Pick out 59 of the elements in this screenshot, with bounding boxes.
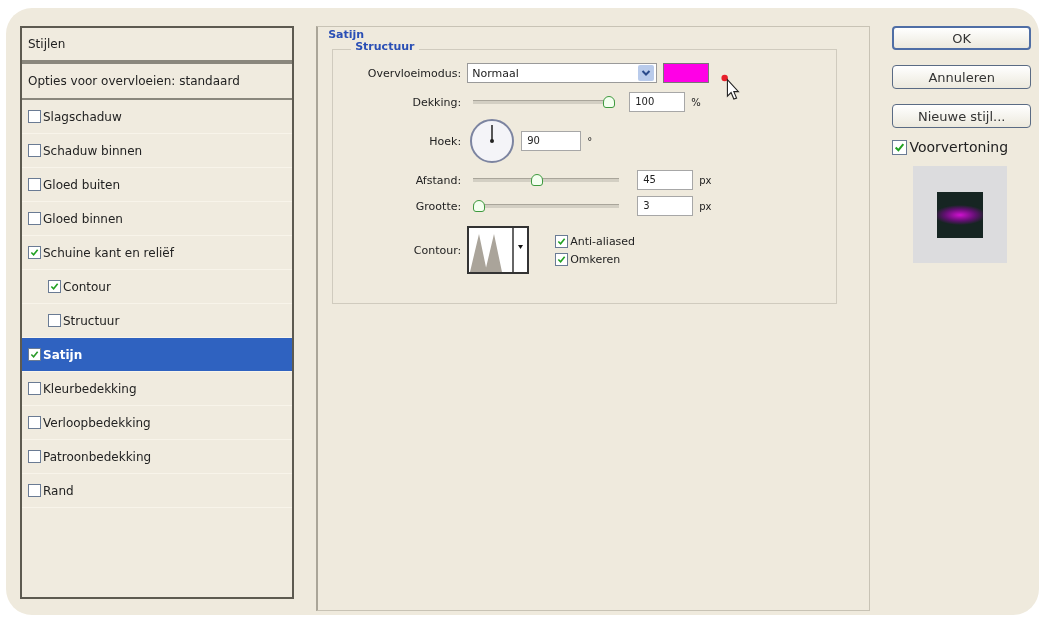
input-field[interactable]: 45 — [637, 170, 694, 190]
color-swatch[interactable] — [663, 63, 710, 83]
input-field[interactable]: 90 — [521, 131, 582, 151]
field-label: Grootte: — [414, 199, 462, 213]
angle-dial[interactable] — [469, 118, 516, 164]
caret-icon — [638, 65, 655, 81]
unit-label: % — [691, 96, 702, 108]
style-item[interactable]: Rand — [22, 474, 293, 508]
style-item[interactable]: Contour — [22, 270, 293, 304]
checkbox[interactable] — [892, 139, 908, 155]
checkbox[interactable] — [28, 110, 41, 123]
checkbox[interactable] — [555, 234, 569, 248]
dialog-button[interactable]: OK — [892, 26, 1031, 50]
unit-label: px — [699, 200, 713, 212]
checkbox[interactable] — [555, 252, 569, 266]
style-item[interactable]: Kleurbedekking — [22, 372, 293, 406]
checkbox[interactable] — [28, 246, 41, 259]
style-item[interactable]: Satijn — [22, 338, 293, 372]
checkbox[interactable] — [28, 144, 41, 157]
checkbox[interactable] — [28, 348, 41, 361]
checkbox[interactable] — [28, 484, 41, 497]
input-field[interactable]: 3 — [637, 196, 694, 216]
input-field[interactable]: 100 — [629, 92, 686, 112]
slider-thumb[interactable] — [473, 200, 486, 212]
checkbox[interactable] — [28, 178, 41, 191]
group-title: Structuur — [351, 40, 419, 53]
list-header[interactable]: Stijlen — [22, 28, 293, 64]
checkbox-label: Omkeren — [570, 252, 621, 266]
unit-label: px — [699, 174, 713, 186]
dialog-button[interactable]: Annuleren — [892, 65, 1031, 89]
checkbox[interactable] — [28, 416, 41, 429]
field-label: Hoek: — [428, 134, 462, 148]
checkbox[interactable] — [28, 382, 41, 395]
list-header[interactable]: Opties voor overvloeien: standaard — [22, 64, 293, 100]
style-preview-swatch — [937, 191, 984, 238]
contour-picker[interactable] — [467, 226, 530, 274]
field-label: Dekking: — [411, 95, 462, 109]
style-item[interactable]: Gloed buiten — [22, 168, 293, 202]
checkbox[interactable] — [28, 450, 41, 463]
field-label: Afstand: — [414, 173, 462, 187]
unit-label: ° — [587, 135, 594, 147]
checkbox[interactable] — [48, 314, 61, 327]
field-label: Contour: — [412, 243, 462, 257]
checkbox[interactable] — [28, 212, 41, 225]
slider-thumb[interactable] — [530, 174, 543, 186]
group-title: Satijn — [328, 28, 365, 41]
style-item[interactable]: Slagschaduw — [22, 100, 293, 134]
dialog-button[interactable]: Nieuwe stijl... — [892, 104, 1031, 128]
blend-mode-dropdown[interactable]: Normaal — [467, 63, 658, 83]
style-item[interactable]: Schaduw binnen — [22, 134, 293, 168]
style-item[interactable]: Gloed binnen — [22, 202, 293, 236]
style-item[interactable]: Schuine kant en reliëf — [22, 236, 293, 270]
checkbox-label: Voorvertoning — [909, 139, 1009, 155]
style-item[interactable]: Patroonbedekking — [22, 440, 293, 474]
field-label: Overvloeimodus: — [366, 66, 462, 80]
checkbox-label: Anti-aliased — [570, 234, 636, 248]
slider-thumb[interactable] — [603, 96, 616, 108]
style-item[interactable]: Verloopbedekking — [22, 406, 293, 440]
checkbox[interactable] — [48, 280, 61, 293]
